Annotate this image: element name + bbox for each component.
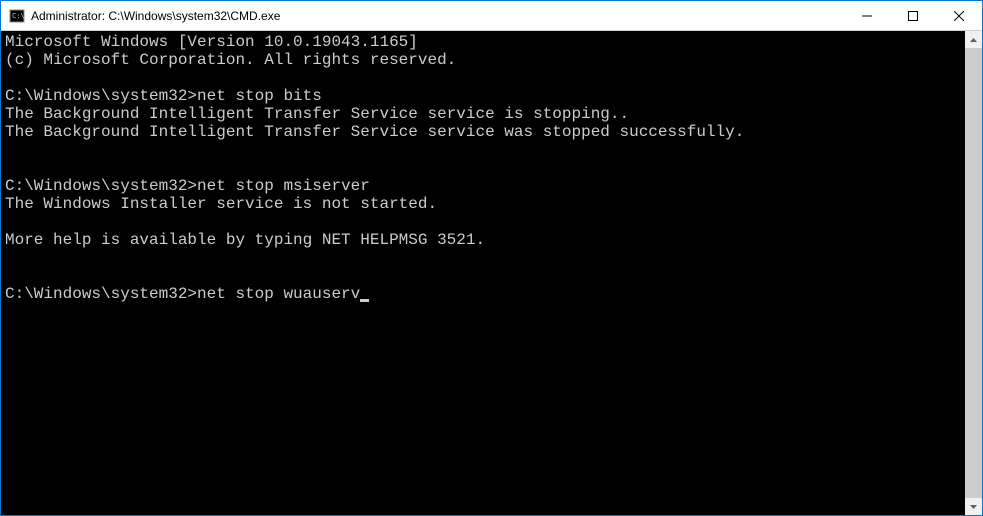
cmd-icon: C:\ bbox=[9, 8, 25, 24]
scrollbar-up-arrow[interactable] bbox=[965, 31, 982, 48]
terminal-line: (c) Microsoft Corporation. All rights re… bbox=[5, 51, 961, 69]
terminal-line bbox=[5, 159, 961, 177]
terminal-output[interactable]: Microsoft Windows [Version 10.0.19043.11… bbox=[1, 31, 965, 515]
command-prompt: C:\Windows\system32> bbox=[5, 87, 197, 105]
terminal-line: C:\Windows\system32>net stop msiserver bbox=[5, 177, 961, 195]
scrollbar-down-arrow[interactable] bbox=[965, 498, 982, 515]
maximize-button[interactable] bbox=[890, 1, 936, 30]
command-prompt: C:\Windows\system32> bbox=[5, 285, 197, 303]
cmd-window: C:\ Administrator: C:\Windows\system32\C… bbox=[0, 0, 983, 516]
terminal-line bbox=[5, 213, 961, 231]
close-button[interactable] bbox=[936, 1, 982, 30]
titlebar[interactable]: C:\ Administrator: C:\Windows\system32\C… bbox=[1, 1, 982, 31]
terminal-line: More help is available by typing NET HEL… bbox=[5, 231, 961, 249]
command-prompt: C:\Windows\system32> bbox=[5, 177, 197, 195]
vertical-scrollbar[interactable] bbox=[965, 31, 982, 515]
terminal-line: The Background Intelligent Transfer Serv… bbox=[5, 105, 961, 123]
scrollbar-thumb[interactable] bbox=[965, 48, 982, 498]
command-text: net stop bits bbox=[197, 87, 322, 105]
scrollbar-track[interactable] bbox=[965, 48, 982, 498]
terminal-line: The Background Intelligent Transfer Serv… bbox=[5, 123, 961, 141]
terminal-line bbox=[5, 249, 961, 267]
text-cursor bbox=[360, 299, 369, 302]
command-text: net stop msiserver bbox=[197, 177, 370, 195]
terminal-line: Microsoft Windows [Version 10.0.19043.11… bbox=[5, 33, 961, 51]
terminal-line: The Windows Installer service is not sta… bbox=[5, 195, 961, 213]
terminal-line bbox=[5, 141, 961, 159]
svg-text:C:\: C:\ bbox=[12, 12, 25, 20]
terminal-line: C:\Windows\system32>net stop bits bbox=[5, 87, 961, 105]
terminal-line bbox=[5, 69, 961, 87]
window-controls bbox=[844, 1, 982, 30]
command-text: net stop wuauserv bbox=[197, 285, 360, 303]
terminal-line: C:\Windows\system32>net stop wuauserv bbox=[5, 285, 961, 303]
minimize-button[interactable] bbox=[844, 1, 890, 30]
terminal-container: Microsoft Windows [Version 10.0.19043.11… bbox=[1, 31, 982, 515]
terminal-line bbox=[5, 267, 961, 285]
window-title: Administrator: C:\Windows\system32\CMD.e… bbox=[31, 9, 844, 23]
